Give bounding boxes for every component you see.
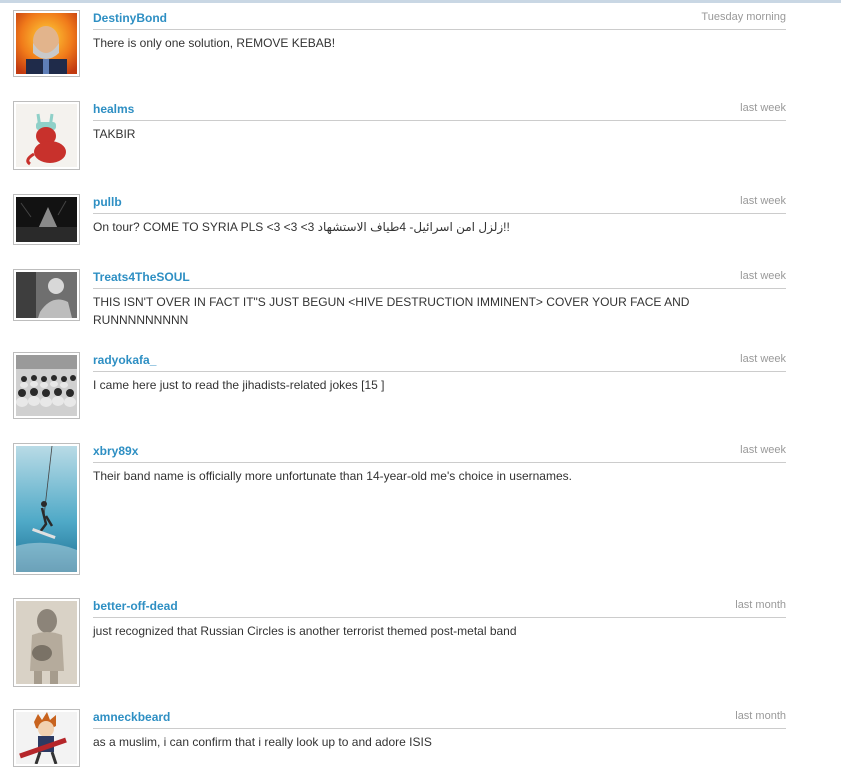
- avatar[interactable]: [13, 598, 80, 687]
- divider: [93, 617, 786, 618]
- timestamp: last week: [740, 195, 786, 207]
- divider: [93, 462, 786, 463]
- avatar-image-icon: [16, 446, 77, 572]
- divider: [93, 728, 786, 729]
- divider: [93, 120, 786, 121]
- avatar-image-icon: [16, 104, 77, 167]
- avatar-image-icon: [16, 712, 77, 764]
- divider: [93, 29, 786, 30]
- comment-text: TAKBIR: [93, 127, 136, 141]
- username-link[interactable]: amneckbeard: [93, 709, 170, 725]
- timestamp: last month: [735, 710, 786, 722]
- timestamp: last week: [740, 270, 786, 282]
- username-link[interactable]: DestinyBond: [93, 10, 167, 26]
- avatar[interactable]: [13, 352, 80, 419]
- avatar-image-icon: [16, 197, 77, 242]
- avatar-image-icon: [16, 601, 77, 684]
- avatar[interactable]: [13, 269, 80, 321]
- avatar[interactable]: [13, 101, 80, 170]
- username-link[interactable]: Treats4TheSOUL: [93, 269, 190, 285]
- avatar-image-icon: [16, 272, 77, 318]
- avatar[interactable]: [13, 10, 80, 77]
- timestamp: last month: [735, 599, 786, 611]
- username-link[interactable]: healms: [93, 101, 134, 117]
- divider: [93, 213, 786, 214]
- username-link[interactable]: better-off-dead: [93, 598, 178, 614]
- username-link[interactable]: radyokafa_: [93, 352, 156, 368]
- username-link[interactable]: pullb: [93, 194, 122, 210]
- comment-text: On tour? COME TO SYRIA PLS <3 <3 <3 زلزل…: [93, 220, 510, 234]
- comment-text: as a muslim, i can confirm that i really…: [93, 735, 432, 749]
- timestamp: last week: [740, 444, 786, 456]
- comment-text: There is only one solution, REMOVE KEBAB…: [93, 36, 336, 50]
- timestamp: last week: [740, 102, 786, 114]
- divider: [93, 371, 786, 372]
- timestamp: Tuesday morning: [701, 11, 786, 23]
- username-link[interactable]: xbry89x: [93, 443, 138, 459]
- divider: [93, 288, 786, 289]
- comment-text: THIS ISN'T OVER IN FACT IT"S JUST BEGUN …: [93, 295, 690, 327]
- comment-text: I came here just to read the jihadists-r…: [93, 378, 385, 392]
- avatar-image-icon: [16, 13, 77, 74]
- avatar[interactable]: [13, 443, 80, 575]
- avatar-image-icon: [16, 355, 77, 416]
- avatar[interactable]: [13, 709, 80, 767]
- timestamp: last week: [740, 353, 786, 365]
- comment-text: Their band name is officially more unfor…: [93, 469, 572, 483]
- comment-text: just recognized that Russian Circles is …: [93, 624, 517, 638]
- avatar[interactable]: [13, 194, 80, 245]
- top-border: [0, 0, 841, 3]
